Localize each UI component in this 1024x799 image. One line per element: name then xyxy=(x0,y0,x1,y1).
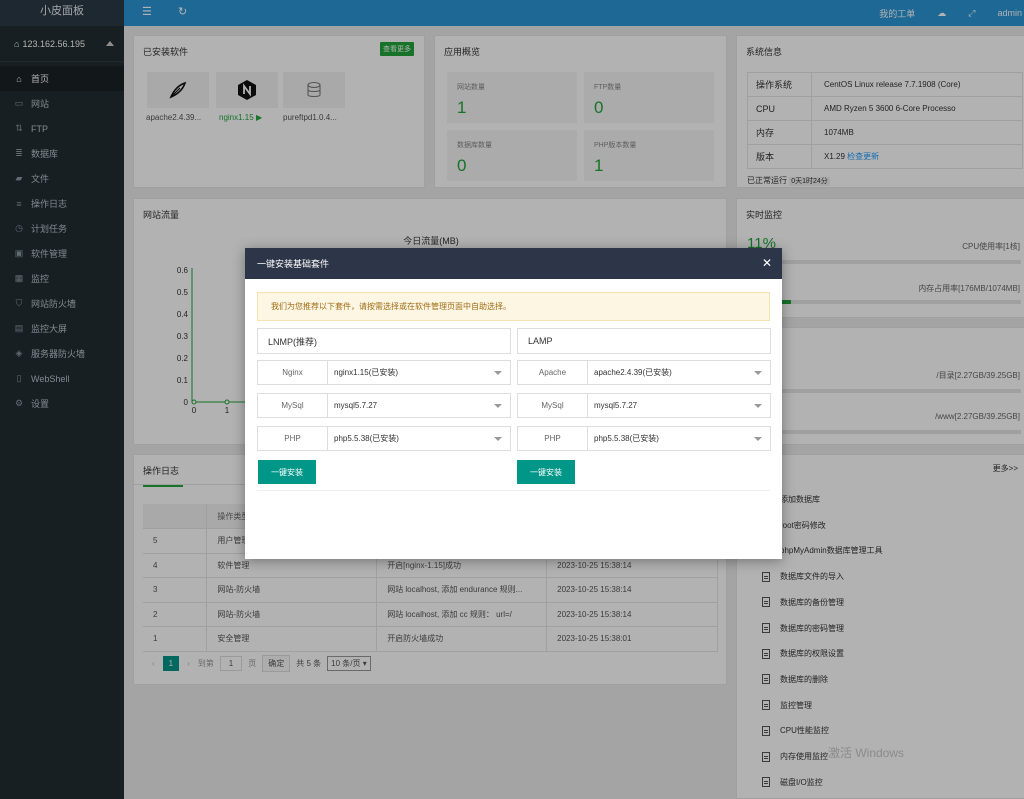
row-label: Apache xyxy=(518,361,588,384)
chevron-down-icon xyxy=(754,404,762,408)
mysql-select[interactable]: mysql5.7.27 xyxy=(588,394,770,417)
chevron-down-icon xyxy=(494,437,502,441)
modal-title: 一键安装基础套件 xyxy=(257,259,330,269)
lamp-mysql-row: MySql mysql5.7.27 xyxy=(517,393,771,418)
chevron-down-icon xyxy=(754,437,762,441)
mysql-select[interactable]: mysql5.7.27 xyxy=(328,394,510,417)
lnmp-mysql-row: MySql mysql5.7.27 xyxy=(257,393,511,418)
php-select[interactable]: php5.5.38(已安装) xyxy=(588,427,770,450)
row-label: PHP xyxy=(518,427,588,450)
lnmp-nginx-row: Nginx nginx1.15(已安装) xyxy=(257,360,511,385)
row-label: MySql xyxy=(258,394,328,417)
lnmp-header: LNMP(推荐) xyxy=(257,328,511,354)
modal-divider xyxy=(257,490,770,491)
install-suite-modal: 一键安装基础套件 ✕ 我们为您推荐以下套件，请按需选择或在软件管理页面中自助选择… xyxy=(245,248,782,559)
recommend-tip: 我们为您推荐以下套件，请按需选择或在软件管理页面中自助选择。 xyxy=(257,292,770,321)
php-select[interactable]: php5.5.38(已安装) xyxy=(328,427,510,450)
row-label: Nginx xyxy=(258,361,328,384)
lamp-apache-row: Apache apache2.4.39(已安装) xyxy=(517,360,771,385)
chevron-down-icon xyxy=(754,371,762,375)
close-icon[interactable]: ✕ xyxy=(762,256,772,270)
lamp-php-row: PHP php5.5.38(已安装) xyxy=(517,426,771,451)
row-label: MySql xyxy=(518,394,588,417)
lamp-header: LAMP xyxy=(517,328,771,354)
row-label: PHP xyxy=(258,427,328,450)
apache-select[interactable]: apache2.4.39(已安装) xyxy=(588,361,770,384)
nginx-select[interactable]: nginx1.15(已安装) xyxy=(328,361,510,384)
lnmp-php-row: PHP php5.5.38(已安装) xyxy=(257,426,511,451)
install-lamp-button[interactable]: 一键安装 xyxy=(517,460,575,484)
modal-header: 一键安装基础套件 ✕ xyxy=(245,248,782,279)
chevron-down-icon xyxy=(494,371,502,375)
install-lnmp-button[interactable]: 一键安装 xyxy=(258,460,316,484)
chevron-down-icon xyxy=(494,404,502,408)
